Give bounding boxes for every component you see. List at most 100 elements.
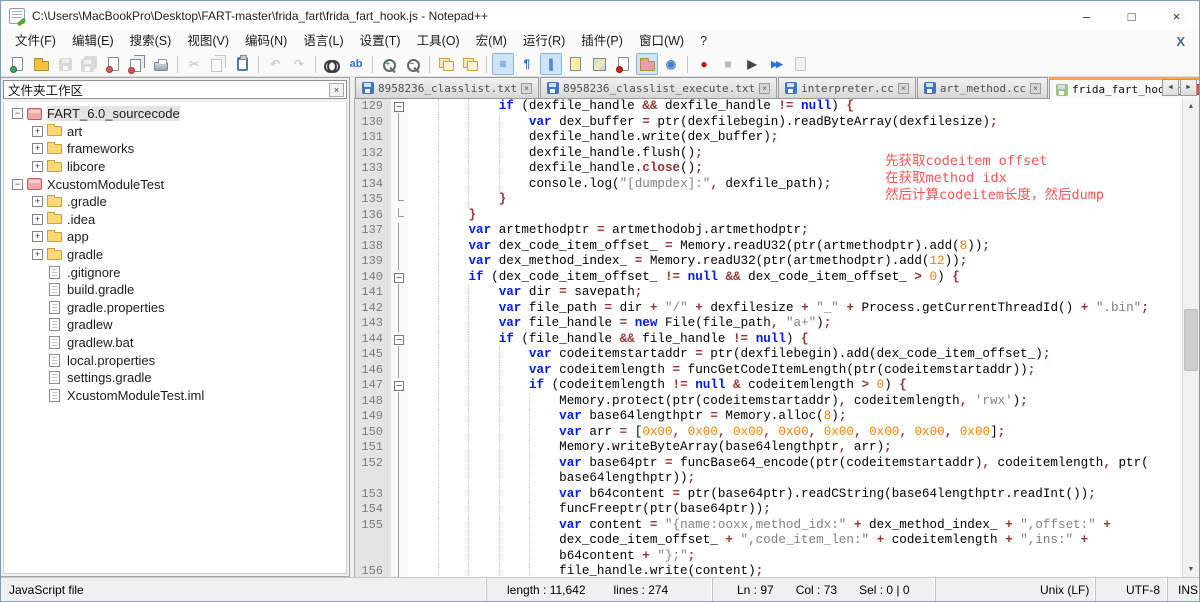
close-tab-icon[interactable]: × — [521, 82, 533, 94]
code-text[interactable]: var dex_method_index_ = Memory.readU32(p… — [408, 254, 1182, 270]
close-file-icon[interactable] — [102, 53, 124, 75]
code-text[interactable]: var codeitemstartaddr = ptr(dexfilebegin… — [408, 347, 1182, 363]
code-line-136[interactable]: 136} — [355, 207, 1182, 223]
tree-expander-icon[interactable]: + — [32, 196, 43, 208]
code-line-151[interactable]: 151 Memory.writeByteArray(base64lengthptr… — [355, 440, 1182, 456]
code-line-144[interactable]: 144− if (file_handle && file_handle != nu… — [355, 331, 1182, 347]
code-text[interactable]: var dir = savepath; — [408, 285, 1182, 301]
sync-vertical-scroll-icon[interactable] — [435, 53, 457, 75]
close-tab-icon[interactable]: × — [1029, 82, 1041, 94]
code-text[interactable]: var dex_code_item_offset_ = Memory.readU… — [408, 238, 1182, 254]
code-line-140[interactable]: 140− if (dex_code_item_offset_ != null &&… — [355, 269, 1182, 285]
code-text[interactable]: Memory.protect(ptr(codeitemstartaddr), c… — [408, 393, 1182, 409]
code-line-141[interactable]: 141 var dir = savepath; — [355, 285, 1182, 301]
code-line-143[interactable]: 143 var file_handle = new File(file_path,… — [355, 316, 1182, 332]
code-line-139[interactable]: 139 var dex_method_index_ = Memory.readU3… — [355, 254, 1182, 270]
tab-8958236-classlist-txt[interactable]: 8958236_classlist.txt × — [355, 77, 540, 98]
menu-item-8[interactable]: 宏(M) — [468, 31, 515, 52]
tree-item-app[interactable]: + app — [4, 228, 346, 246]
stop-macro-icon[interactable]: ■ — [717, 53, 739, 75]
tree-expander-icon[interactable]: + — [32, 143, 43, 155]
code-line-155[interactable]: 155 var content = "{name:ooxx,method_idx:… — [355, 517, 1182, 564]
tab-8958236-classlist-execute-txt[interactable]: 8958236_classlist_execute.txt × — [540, 77, 778, 98]
maximize-button[interactable]: □ — [1109, 1, 1154, 31]
tree-item-libcore[interactable]: + libcore — [4, 158, 346, 176]
tree-item-build-gradle[interactable]: build.gradle — [4, 281, 346, 299]
save-icon[interactable] — [54, 53, 76, 75]
minimize-button[interactable]: – — [1064, 1, 1109, 31]
tree-item-xcustommoduletest-iml[interactable]: XcustomModuleTest.iml — [4, 387, 346, 405]
menu-item-1[interactable]: 编辑(E) — [64, 31, 122, 52]
code-text[interactable]: var file_path = dir + "/" + dexfilesize … — [408, 300, 1182, 316]
scroll-up-icon[interactable]: ▲ — [1183, 99, 1199, 114]
code-text[interactable]: if (dex_code_item_offset_ != null && dex… — [408, 269, 1182, 285]
panel-close-icon[interactable]: × — [329, 82, 344, 97]
menu-item-12[interactable]: ? — [692, 31, 715, 52]
tree-expander-icon[interactable]: − — [12, 108, 23, 120]
code-line-150[interactable]: 150 var arr = [0x00, 0x00, 0x00, 0x00, 0x… — [355, 424, 1182, 440]
menu-item-10[interactable]: 插件(P) — [573, 31, 631, 52]
tree-item-gradle[interactable]: + gradle — [4, 246, 346, 264]
cut-icon[interactable]: ✂ — [183, 53, 205, 75]
fold-toggle-icon[interactable]: − — [394, 334, 404, 345]
fold-toggle-icon[interactable]: − — [394, 381, 404, 391]
code-text[interactable]: var file_handle = new File(file_path, "a… — [408, 316, 1182, 332]
redo-icon[interactable]: ↷ — [288, 53, 310, 75]
tree-item-settings-gradle[interactable]: settings.gradle — [4, 369, 346, 387]
code-text[interactable]: console.log("[dumpdex]:", dexfile_path); — [408, 176, 1182, 192]
code-text[interactable]: if (file_handle && file_handle != null) … — [408, 331, 1182, 347]
code-text[interactable]: var b64content = ptr(base64ptr).readCStr… — [408, 486, 1182, 502]
code-line-130[interactable]: 130 var dex_buffer = ptr(dexfilebegin).re… — [355, 114, 1182, 130]
tree-expander-icon[interactable]: + — [32, 213, 43, 225]
code-text[interactable]: var content = "{name:ooxx,method_idx:" +… — [408, 517, 1182, 564]
tree-item-frameworks[interactable]: + frameworks — [4, 140, 346, 158]
tree-item-art[interactable]: + art — [4, 123, 346, 141]
menu-item-9[interactable]: 运行(R) — [515, 31, 573, 52]
menu-item-6[interactable]: 设置(T) — [352, 31, 409, 52]
code-line-133[interactable]: 133 dexfile_handle.close(); — [355, 161, 1182, 177]
undo-icon[interactable]: ↶ — [264, 53, 286, 75]
code-line-142[interactable]: 142 var file_path = dir + "/" + dexfilesi… — [355, 300, 1182, 316]
code-text[interactable]: if (codeitemlength != null & codeitemlen… — [408, 378, 1182, 394]
tree-item-fart-6-0-sourcecode[interactable]: − FART_6.0_sourcecode — [4, 105, 346, 123]
code-text[interactable]: var codeitemlength = funcGetCodeItemLeng… — [408, 362, 1182, 378]
tree-expander-icon[interactable]: − — [12, 178, 23, 190]
run-macro-multiple-icon[interactable]: ▶▶ — [765, 53, 787, 75]
zoom-out-icon[interactable]: − — [402, 53, 424, 75]
function-list-icon[interactable] — [612, 53, 634, 75]
play-macro-icon[interactable]: ▶ — [741, 53, 763, 75]
show-all-characters-icon[interactable]: ¶ — [516, 53, 538, 75]
document-map-icon[interactable] — [588, 53, 610, 75]
new-file-icon[interactable] — [6, 53, 28, 75]
scroll-down-icon[interactable]: ▼ — [1183, 562, 1199, 577]
paste-icon[interactable] — [231, 53, 253, 75]
tree-item-gradle-properties[interactable]: gradle.properties — [4, 299, 346, 317]
code-line-148[interactable]: 148 Memory.protect(ptr(codeitemstartaddr)… — [355, 393, 1182, 409]
code-line-132[interactable]: 132 dexfile_handle.flush(); — [355, 145, 1182, 161]
code-area[interactable]: 129− if (dexfile_handle && dexfile_handle… — [355, 99, 1182, 577]
tree-item--gradle[interactable]: + .gradle — [4, 193, 346, 211]
menubar-close-doc-icon[interactable]: X — [1176, 34, 1185, 49]
code-line-129[interactable]: 129− if (dexfile_handle && dexfile_handle… — [355, 99, 1182, 115]
tree-expander-icon[interactable]: + — [32, 161, 43, 173]
menu-item-2[interactable]: 搜索(S) — [122, 31, 180, 52]
code-text[interactable]: var arr = [0x00, 0x00, 0x00, 0x00, 0x00,… — [408, 424, 1182, 440]
close-all-icon[interactable] — [126, 53, 148, 75]
code-text[interactable]: file_handle.write(content); — [408, 564, 1182, 577]
code-line-135[interactable]: 135} — [355, 192, 1182, 208]
code-line-154[interactable]: 154 funcFreeptr(ptr(base64ptr)); — [355, 502, 1182, 518]
vertical-scrollbar[interactable]: ▲ ▼ — [1182, 99, 1199, 577]
tab-art-method-cc[interactable]: art_method.cc × — [916, 77, 1048, 98]
code-text[interactable]: Memory.writeByteArray(base64lengthptr, a… — [408, 440, 1182, 456]
code-text[interactable]: var base64lengthptr = Memory.alloc(8); — [408, 409, 1182, 425]
code-text[interactable]: var base64ptr = funcBase64_encode(ptr(co… — [408, 455, 1182, 487]
tree-item-gradlew-bat[interactable]: gradlew.bat — [4, 334, 346, 352]
save-macro-icon[interactable] — [789, 53, 811, 75]
code-line-138[interactable]: 138 var dex_code_item_offset_ = Memory.re… — [355, 238, 1182, 254]
tree-item-local-properties[interactable]: local.properties — [4, 351, 346, 369]
code-text[interactable]: dexfile_handle.flush(); — [408, 145, 1182, 161]
code-line-156[interactable]: 156 file_handle.write(content); — [355, 564, 1182, 577]
print-icon[interactable] — [150, 53, 172, 75]
tab-interpreter-cc[interactable]: interpreter.cc × — [778, 77, 916, 98]
save-all-icon[interactable] — [78, 53, 100, 75]
